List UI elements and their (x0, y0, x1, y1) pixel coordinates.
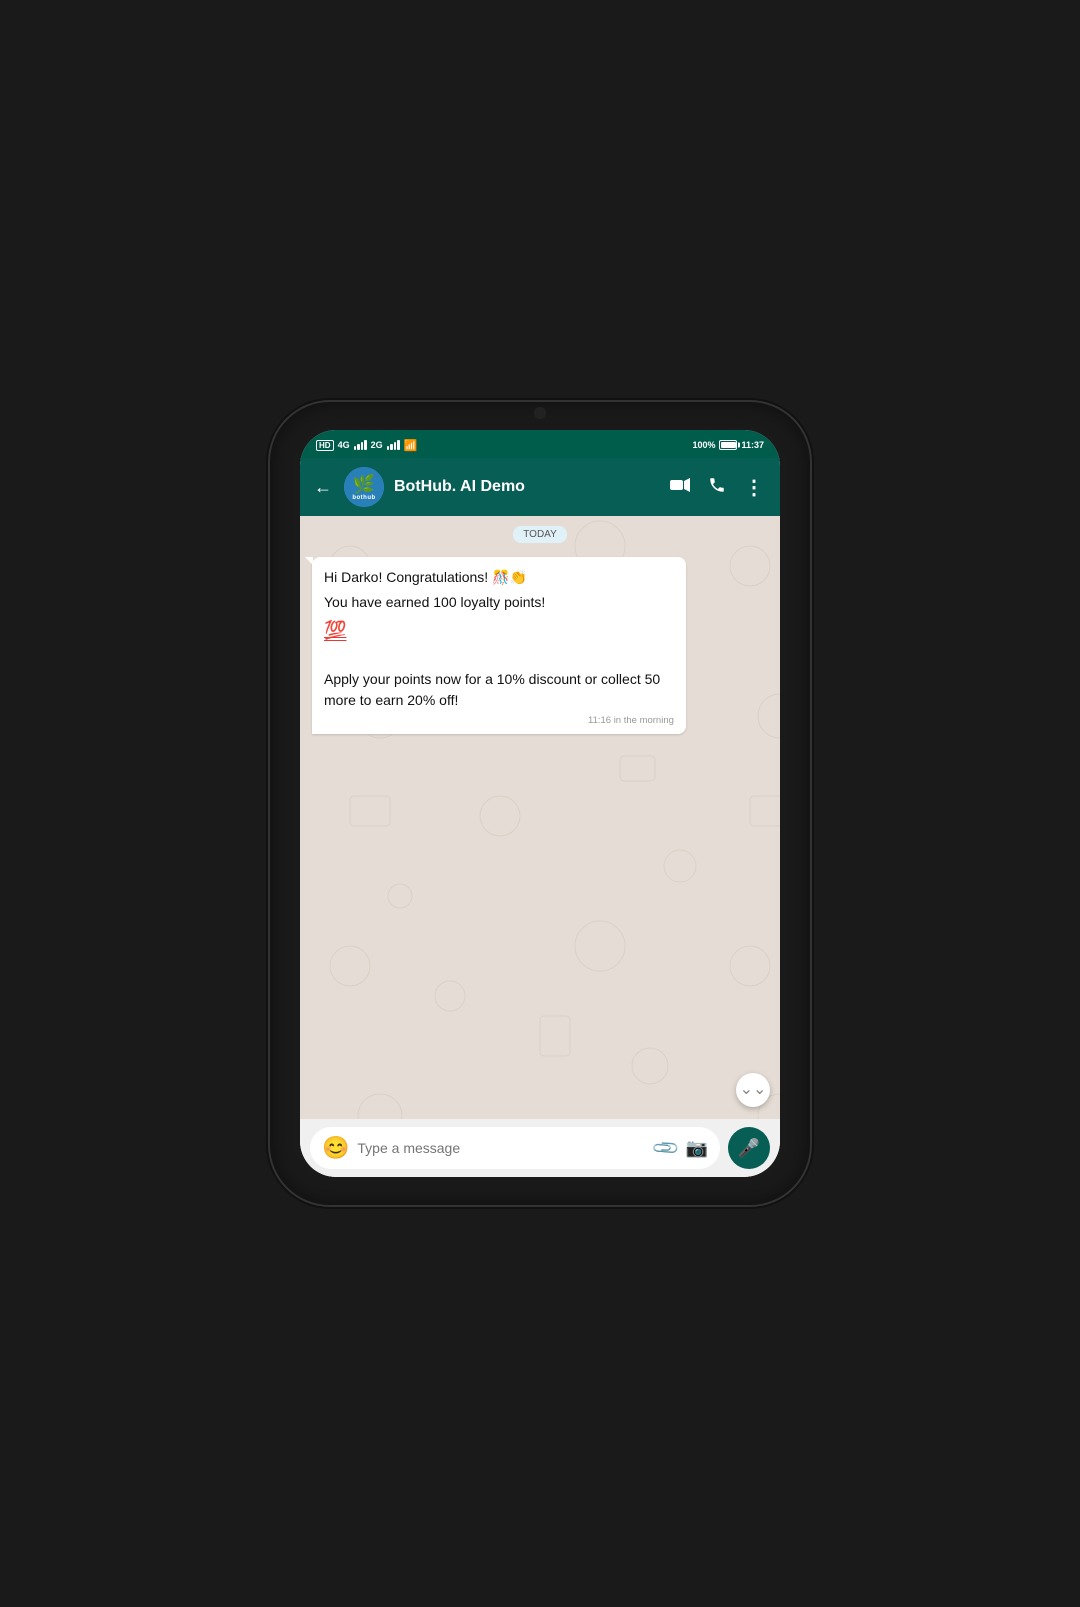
back-button[interactable]: ← (314, 477, 332, 498)
avatar: 🌿 bothub (344, 467, 384, 507)
emoji-button[interactable]: 😊 (322, 1135, 349, 1161)
header-icons: ⋮ (670, 475, 766, 500)
hd-indicator: HD (316, 440, 334, 451)
message-text: Hi Darko! Congratulations! 🎊👏 You have e… (324, 567, 674, 711)
video-call-icon[interactable] (670, 478, 690, 497)
scroll-down-button[interactable]: ⌄⌄ (736, 1073, 770, 1107)
camera-dot (534, 407, 546, 419)
message-input[interactable] (357, 1140, 647, 1156)
phone-call-icon[interactable] (708, 476, 726, 499)
mic-button[interactable]: 🎤 (728, 1127, 770, 1169)
message-timestamp: 11:16 in the morning (324, 715, 674, 726)
header-info: BotHub. AI Demo (394, 477, 660, 496)
status-right: 100% 11:37 (692, 440, 764, 450)
input-bar: 😊 📎 📷 🎤 (300, 1119, 780, 1177)
phone-screen: HD 4G 2G 📶 100% (300, 430, 780, 1177)
menu-icon[interactable]: ⋮ (744, 475, 766, 500)
date-badge: TODAY (312, 526, 768, 543)
status-left: HD 4G 2G 📶 (316, 439, 417, 452)
message-line2: You have earned 100 loyalty points! (324, 592, 674, 613)
signal-bars-1 (354, 440, 367, 450)
date-badge-text: TODAY (513, 526, 567, 543)
battery-icon (719, 440, 737, 450)
wifi-icon: 📶 (404, 439, 418, 452)
message-hundred: 💯 (324, 617, 674, 644)
message-input-wrapper: 😊 📎 📷 (310, 1127, 720, 1169)
battery-percent: 100% (692, 440, 715, 450)
message-line3: Apply your points now for a 10% discount… (324, 669, 674, 711)
attach-icon[interactable]: 📎 (651, 1133, 682, 1164)
camera-icon[interactable]: 📷 (686, 1138, 708, 1159)
signal-bars-2 (387, 440, 400, 450)
time-display: 11:37 (741, 440, 764, 450)
contact-name: BotHub. AI Demo (394, 477, 660, 496)
mic-icon: 🎤 (738, 1138, 760, 1159)
message-line1: Hi Darko! Congratulations! 🎊👏 (324, 567, 674, 588)
avatar-label: bothub (352, 495, 375, 501)
chat-header: ← 🌿 bothub BotHub. AI Demo (300, 458, 780, 516)
message-bubble: Hi Darko! Congratulations! 🎊👏 You have e… (312, 557, 686, 734)
network1-indicator: 4G (338, 440, 350, 450)
phone-frame: HD 4G 2G 📶 100% (270, 402, 810, 1205)
avatar-icon: 🌿 (353, 474, 375, 495)
hundred-emoji: 💯 (324, 620, 346, 640)
chat-body: TODAY Hi Darko! Congratulations! 🎊👏 You … (300, 516, 780, 1119)
status-bar: HD 4G 2G 📶 100% (300, 430, 780, 458)
chevron-down-icon: ⌄⌄ (740, 1082, 767, 1098)
network2-indicator: 2G (371, 440, 383, 450)
